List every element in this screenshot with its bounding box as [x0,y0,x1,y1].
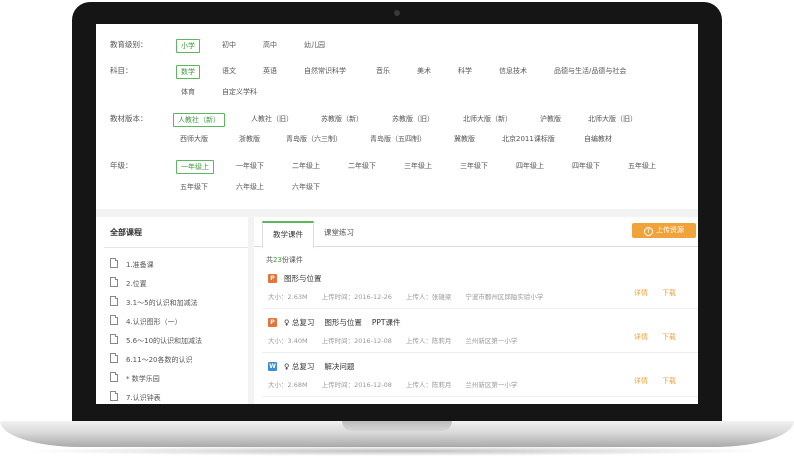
filter-grade-4b[interactable]: 四年级下 [572,159,600,173]
sidebar-item-5[interactable]: 5.6～10的认识和加减法 [110,334,202,348]
filter-grade-4a[interactable]: 四年级上 [516,159,544,173]
sidebar-title: 全部课程 [110,228,142,237]
ppt-icon: P [268,318,277,327]
filter-label-subject: 科目： [110,66,133,75]
filter-label-edition: 教材版本： [110,114,148,123]
filter-subject-science[interactable]: 科学 [458,64,472,78]
sidebar-item-8[interactable]: 7.认识钟表 [110,391,161,404]
filter-level-senior[interactable]: 高中 [263,38,277,52]
document-icon [110,296,118,306]
filter-subject-pe[interactable]: 体育 [181,85,195,99]
sidebar-item-2[interactable]: 2.位置 [110,277,147,291]
download-link[interactable]: 下载 [662,332,676,342]
sidebar-divider [104,247,248,248]
sidebar-item-3[interactable]: 3.1～5的认识和加减法 [110,296,198,310]
tab-courseware[interactable]: 教学课件 [262,221,314,249]
tabs-divider [254,246,698,247]
filter-subject-morality[interactable]: 品德与生活/品德与社会 [554,64,626,78]
document-icon [110,258,118,268]
filter-edition-bj2011[interactable]: 北京2011课标版 [502,132,555,146]
filter-grade-3b[interactable]: 三年级下 [460,159,488,173]
filter-edition-bsd-old[interactable]: 北师大版（旧） [588,112,637,126]
tab-exercises[interactable]: 课堂练习 [324,221,354,245]
filter-subject-english[interactable]: 英语 [263,64,277,78]
document-icon [110,372,118,382]
resource-panel: 教学课件 课堂练习 ↑ 上传资源 共23份课件 P 图形与位置 大小：2.63M 上… [254,217,698,404]
resource-item: W ♀ 总复习 解决问题 大小：2.68M 上传时间：2016-12-08 上传人：陈… [262,358,698,397]
filter-grade-1a[interactable]: 一年级上 [176,160,214,174]
filter-grade-5b[interactable]: 五年级下 [180,180,208,194]
filter-edition-rj-old[interactable]: 人教社（旧） [251,112,293,126]
filter-grade-6b[interactable]: 六年级下 [292,180,320,194]
sidebar-item-4[interactable]: 4.认识图形（一） [110,315,182,329]
filter-subject-music[interactable]: 音乐 [376,64,390,78]
laptop-notch [342,421,452,431]
detail-link[interactable]: 详情 [634,376,648,386]
resource-meta: 大小：2.68M 上传时间：2016-12-08 上传人：陈莉月 兰州新区第一小学 [268,381,518,389]
upload-icon: ↑ [644,227,653,236]
filter-level-kindergarten[interactable]: 幼儿园 [304,38,325,52]
resource-title[interactable]: ♀ 总复习 解决问题 [284,361,364,372]
filter-edition-custom[interactable]: 自编教材 [584,132,612,146]
detail-link[interactable]: 详情 [634,288,648,298]
filter-grade-6a[interactable]: 六年级上 [236,180,264,194]
filter-label-grade: 年级： [110,161,133,170]
word-icon: W [268,362,277,371]
filter-edition-sj-new[interactable]: 苏教版（新） [321,112,363,126]
filter-edition-rj-new[interactable]: 人教社（新） [173,113,225,127]
filter-edition-qd-54[interactable]: 青岛版（五四制） [370,132,426,146]
document-icon [110,353,118,363]
filter-edition-bsd-new[interactable]: 北师大版（新） [463,112,512,126]
filter-subject-nature[interactable]: 自然常识科学 [304,64,346,78]
filter-edition-zj[interactable]: 浙教版 [239,132,260,146]
filter-edition-hj[interactable]: 沪教版 [540,112,561,126]
filter-grade-3a[interactable]: 三年级上 [404,159,432,173]
filter-label-level: 教育级别： [110,40,148,49]
document-icon [110,391,118,401]
laptop-shadow [20,446,774,456]
resource-meta: 大小：3.40M 上传时间：2016-12-08 上传人：陈莉月 兰州新区第一小学 [268,337,518,345]
filter-edition-sj-old[interactable]: 苏教版（旧） [392,112,434,126]
filter-subject-chinese[interactable]: 语文 [222,64,236,78]
resource-title[interactable]: 图形与位置 [284,273,332,284]
camera-icon [394,10,400,16]
detail-link[interactable]: 详情 [634,332,648,342]
ppt-icon: P [268,274,277,283]
document-icon [110,315,118,325]
sidebar-item-7[interactable]: * 数学乐园 [110,372,160,386]
sidebar-item-6[interactable]: 6.11～20各数的认识 [110,353,193,367]
filter-edition-xsd[interactable]: 西师大版 [180,132,208,146]
resource-item: P 图形与位置 大小：2.63M 上传时间：2016-12-26 上传人：张雄梁 宁波… [262,270,698,309]
resource-item: P ♀ 总复习 图形与位置 PPT课件 大小：3.40M 上传时间：2016-12-0… [262,314,698,353]
content-area: 全部课程 1.准备课 2.位置 3.1～5的认识和加减法 4.认识图形（一） 5… [96,209,698,404]
download-link[interactable]: 下载 [662,288,676,298]
screen: 教育级别： 小学 初中 高中 幼儿园 科目： 数学 语文 英语 自然常识科学 音… [96,24,698,404]
filter-level-junior[interactable]: 初中 [222,38,236,52]
filter-grade-2b[interactable]: 二年级下 [348,159,376,173]
filter-grade-1b[interactable]: 一年级下 [236,159,264,173]
document-icon [110,277,118,287]
filter-subject-it[interactable]: 信息技术 [499,64,527,78]
upload-button[interactable]: ↑ 上传资源 [632,223,696,238]
download-link[interactable]: 下载 [662,376,676,386]
filter-subject-custom[interactable]: 自定义学科 [222,85,257,99]
filter-grade-5a[interactable]: 五年级上 [628,159,656,173]
resource-meta: 大小：2.63M 上传时间：2016-12-26 上传人：张雄梁 宁波市鄞州区邱隘实验… [268,293,544,301]
filter-grade-2a[interactable]: 二年级上 [292,159,320,173]
resource-title[interactable]: ♀ 总复习 图形与位置 PPT课件 [284,317,411,328]
course-sidebar: 全部课程 1.准备课 2.位置 3.1～5的认识和加减法 4.认识图形（一） 5… [96,217,248,404]
filter-edition-jj[interactable]: 冀教版 [454,132,475,146]
filter-subject-math[interactable]: 数学 [176,65,200,79]
sidebar-item-1[interactable]: 1.准备课 [110,258,154,272]
filter-edition-qd-63[interactable]: 青岛版（六三制） [286,132,342,146]
filter-subject-art[interactable]: 美术 [417,64,431,78]
filter-level-primary[interactable]: 小学 [176,39,200,53]
document-icon [110,334,118,344]
resource-count: 共23份课件 [266,256,303,264]
